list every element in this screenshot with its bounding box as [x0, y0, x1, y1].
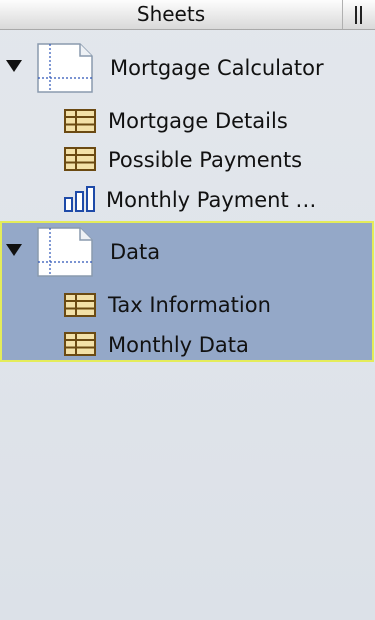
table-item-monthly-data[interactable]: Monthly Data [0, 331, 375, 371]
sheet-document-icon [37, 227, 93, 277]
disclosure-triangle-icon[interactable] [6, 60, 22, 72]
table-item-tax-information[interactable]: Tax Information [0, 291, 375, 331]
table-icon [64, 332, 96, 356]
table-item-label: Tax Information [108, 293, 271, 317]
resize-handle-icon[interactable] [352, 6, 366, 24]
sheets-header-title: Sheets [136, 2, 206, 26]
sheet-label: Data [110, 240, 161, 264]
sheet-document-icon [37, 43, 93, 93]
sheets-sidebar: Sheets Mortgage Calculator Mortgage Deta… [0, 0, 375, 620]
table-item-label: Monthly Data [108, 333, 249, 357]
sheet-label: Mortgage Calculator [110, 56, 324, 80]
table-item-label: Possible Payments [108, 148, 303, 172]
table-item-possible-payments[interactable]: Possible Payments [0, 146, 375, 186]
chart-item-monthly-payment[interactable]: Monthly Payment … [0, 186, 375, 226]
table-item-mortgage-details[interactable]: Mortgage Details [0, 106, 375, 146]
bar-chart-icon [64, 186, 95, 212]
table-icon [64, 109, 96, 133]
sheet-data[interactable]: Data [0, 227, 375, 278]
table-icon [64, 147, 96, 171]
disclosure-triangle-icon[interactable] [6, 244, 22, 256]
table-item-label: Mortgage Details [108, 109, 288, 133]
sheets-header: Sheets [0, 0, 375, 30]
sheet-mortgage-calculator[interactable]: Mortgage Calculator [0, 43, 375, 94]
chart-item-label: Monthly Payment … [106, 188, 317, 212]
table-icon [64, 293, 96, 317]
header-divider [342, 0, 343, 29]
